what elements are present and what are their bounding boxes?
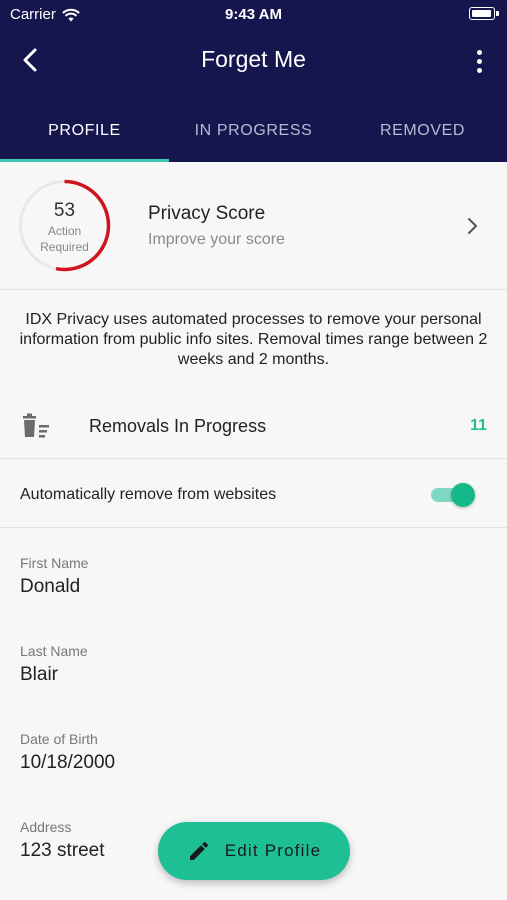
privacy-score-subtitle: Improve your score (148, 231, 285, 248)
removal-info-text: IDX Privacy uses automated processes to … (19, 311, 488, 368)
edit-profile-button[interactable]: Edit Profile (158, 822, 350, 880)
privacy-score-title: Privacy Score (148, 203, 266, 224)
pencil-icon (189, 841, 208, 860)
first-name-label: First Name (20, 555, 89, 571)
status-bar: Carrier 9:43 AM (0, 0, 507, 28)
last-name-value: Blair (20, 664, 59, 685)
auto-remove-row: Automatically remove from websites (0, 460, 507, 528)
first-name-value: Donald (20, 576, 81, 597)
dob-value: 10/18/2000 (20, 752, 116, 773)
page-title: Forget Me (201, 46, 306, 72)
dob-field: Date of Birth 10/18/2000 (20, 731, 490, 774)
last-name-label: Last Name (20, 643, 88, 659)
removals-in-progress-row[interactable]: Removals In Progress 11 (0, 393, 507, 459)
score-caption-line2: Required (40, 240, 89, 254)
battery-icon (469, 7, 499, 20)
privacy-score-gauge: 53 Action Required (18, 179, 111, 272)
privacy-score-value: 53 (53, 200, 76, 221)
app-header: Carrier 9:43 AM Forget Me PROFILE IN PRO… (0, 0, 507, 162)
tab-profile[interactable]: PROFILE (0, 104, 169, 162)
nav-bar: Forget Me (0, 40, 507, 82)
tab-bar: PROFILE IN PROGRESS REMOVED (0, 104, 507, 162)
status-time: 9:43 AM (225, 6, 282, 23)
privacy-score-row[interactable]: 53 Action Required Privacy Score Improve… (0, 162, 507, 290)
dob-label: Date of Birth (20, 731, 98, 747)
first-name-field: First Name Donald (20, 555, 490, 598)
delete-list-icon (23, 413, 49, 438)
removals-label: Removals In Progress (89, 416, 267, 436)
removals-count: 11 (470, 417, 487, 434)
chevron-right-icon (468, 218, 477, 234)
tab-in-progress[interactable]: IN PROGRESS (169, 104, 338, 162)
tab-removed[interactable]: REMOVED (338, 104, 507, 162)
last-name-field: Last Name Blair (20, 643, 490, 686)
edit-profile-label: Edit Profile (224, 841, 322, 860)
score-caption-line1: Action (47, 224, 82, 238)
more-options-icon[interactable] (469, 46, 489, 76)
auto-remove-label: Automatically remove from websites (20, 486, 277, 503)
auto-remove-toggle[interactable] (431, 483, 475, 507)
